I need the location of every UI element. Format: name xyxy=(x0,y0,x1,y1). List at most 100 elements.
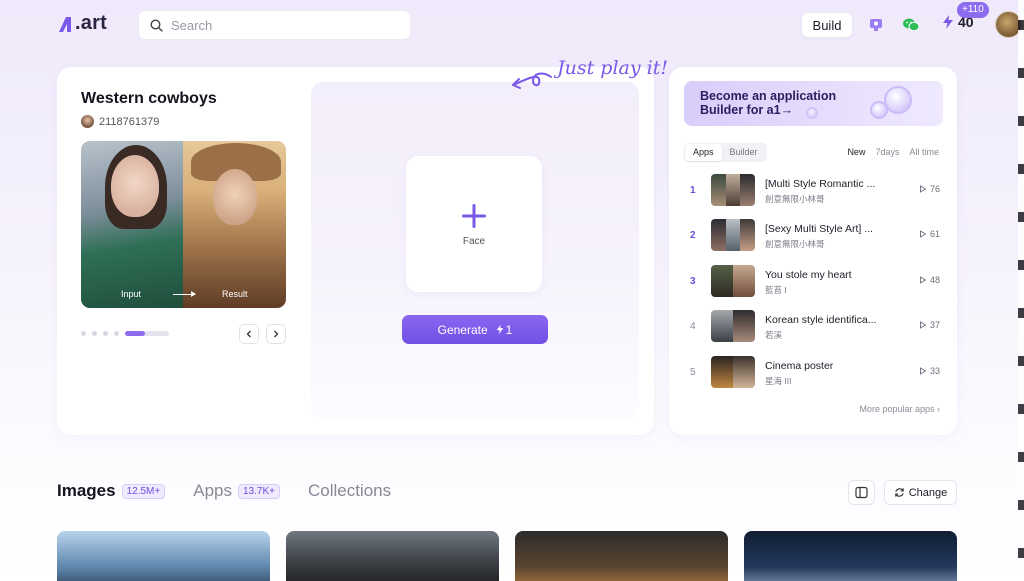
tab-apps[interactable]: Apps xyxy=(685,144,722,161)
promo-text: Become an application Builder for a1→ xyxy=(700,89,837,117)
chevron-right-icon: › xyxy=(937,404,940,414)
tagline: Just play it! xyxy=(557,57,668,79)
generate-label: Generate xyxy=(437,322,488,337)
author-avatar xyxy=(81,115,94,128)
play-count-value: 61 xyxy=(929,229,940,240)
app-author: 創意無限小林哥 xyxy=(765,239,825,250)
carousel-dot[interactable] xyxy=(103,331,108,336)
result-image xyxy=(183,141,286,308)
list-item[interactable]: 2 [Sexy Multi Style Art] ... 創意無限小林哥 61 xyxy=(684,219,942,264)
logo[interactable]: .art xyxy=(57,12,107,35)
lightning-icon xyxy=(943,15,953,29)
gallery-image[interactable] xyxy=(286,531,499,581)
trophy-icon[interactable] xyxy=(864,13,888,37)
play-icon xyxy=(920,275,927,284)
carousel-progress xyxy=(125,331,169,336)
list-item[interactable]: 4 Korean style identifica... 若溪 37 xyxy=(684,310,942,355)
feature-author[interactable]: 2118761379 xyxy=(81,115,159,128)
builder-promo-banner[interactable]: Become an application Builder for a1→ xyxy=(684,81,943,126)
content-tabs: Images 12.5M+ Apps 13.7K+ Collections xyxy=(57,481,409,501)
play-icon xyxy=(920,321,927,329)
rank-number: 2 xyxy=(690,230,696,242)
play-count: 76 xyxy=(919,184,940,194)
tab-apps[interactable]: Apps 13.7K+ xyxy=(193,481,280,501)
build-button[interactable]: Build xyxy=(801,12,853,38)
app-title: You stole my heart xyxy=(765,268,852,281)
filter-all-time[interactable]: All time xyxy=(909,147,939,157)
columns-icon xyxy=(855,486,868,499)
input-image xyxy=(81,141,183,308)
app-title: Korean style identifica... xyxy=(765,314,877,327)
list-item[interactable]: 1 [Multi Style Romantic ... 創意無限小林哥 76 xyxy=(684,174,942,219)
play-count: 61 xyxy=(919,229,940,239)
window-edge xyxy=(1018,0,1024,581)
wechat-icon[interactable] xyxy=(899,13,923,37)
logo-mark-icon xyxy=(59,16,71,32)
search-icon xyxy=(150,18,163,32)
filter-new[interactable]: New xyxy=(847,147,865,157)
tab-label: Collections xyxy=(307,481,392,500)
more-popular-apps-link[interactable]: More popular apps › xyxy=(859,404,940,414)
app-thumbnail xyxy=(711,355,755,388)
top-bar: .art Build 40 +110 xyxy=(0,0,1024,52)
play-count-value: 33 xyxy=(929,365,940,376)
feature-card: Western cowboys 2118761379 Input Result xyxy=(57,67,654,435)
change-button[interactable]: Change xyxy=(884,480,957,505)
plus-icon xyxy=(462,203,486,228)
upload-label: Face xyxy=(462,235,486,247)
carousel-dot[interactable] xyxy=(81,331,86,336)
rank-tabs: Apps Builder xyxy=(684,143,767,162)
prev-button[interactable] xyxy=(239,324,259,344)
carousel-progress-fill xyxy=(125,331,145,336)
tab-label: Apps xyxy=(193,481,232,500)
play-icon xyxy=(920,185,927,193)
list-item[interactable]: 5 Cinema poster 星海 III 33 xyxy=(684,355,942,401)
before-after-preview: Input Result xyxy=(81,141,286,308)
tab-images[interactable]: Images 12.5M+ xyxy=(57,481,166,501)
chevron-right-icon xyxy=(274,330,279,338)
play-count: 33 xyxy=(919,366,940,376)
list-item[interactable]: 3 You stole my heart 藍苔 I 48 xyxy=(684,264,942,310)
search-box[interactable] xyxy=(138,10,411,40)
search-input[interactable] xyxy=(171,17,391,33)
rank-number: 5 xyxy=(690,366,696,378)
logo-text: .art xyxy=(75,12,107,34)
next-button[interactable] xyxy=(266,324,286,344)
tab-builder[interactable]: Builder xyxy=(722,144,766,161)
image-gallery xyxy=(57,531,957,581)
face-upload-button[interactable]: Face xyxy=(406,156,542,292)
chevron-left-icon xyxy=(246,330,251,338)
app-author: 若溪 xyxy=(765,330,783,341)
gallery-image[interactable] xyxy=(515,531,728,581)
filter-7days[interactable]: 7days xyxy=(875,147,899,157)
carousel-dot[interactable] xyxy=(92,331,97,336)
layout-toggle-button[interactable] xyxy=(848,480,875,505)
count-badge: 13.7K+ xyxy=(237,483,280,499)
play-count: 37 xyxy=(919,320,940,330)
coin-icon xyxy=(870,101,888,119)
app-thumbnail xyxy=(711,310,755,343)
more-label: More popular apps xyxy=(859,404,935,414)
carousel-dot[interactable] xyxy=(114,331,119,336)
app-title: [Sexy Multi Style Art] ... xyxy=(765,223,873,236)
tab-collections[interactable]: Collections xyxy=(308,481,391,501)
arrow-right-icon xyxy=(173,291,196,297)
carousel-indicator xyxy=(81,331,169,336)
refresh-icon xyxy=(894,488,904,497)
play-count: 48 xyxy=(919,275,940,285)
feature-title: Western cowboys xyxy=(81,90,217,107)
gallery-image[interactable] xyxy=(744,531,957,581)
result-label: Result xyxy=(222,289,248,299)
rank-list: 1 [Multi Style Romantic ... 創意無限小林哥 76 2… xyxy=(684,174,942,401)
lightning-icon xyxy=(496,324,504,335)
credits-badge: +110 xyxy=(957,2,989,18)
generate-button[interactable]: Generate 1 xyxy=(402,315,548,344)
input-label: Input xyxy=(121,289,142,299)
curly-arrow-icon xyxy=(512,72,552,89)
play-icon xyxy=(920,366,927,375)
play-icon xyxy=(920,230,927,239)
gallery-image[interactable] xyxy=(57,531,270,581)
play-count-value: 37 xyxy=(929,320,940,331)
author-id: 2118761379 xyxy=(99,115,160,128)
play-area: Face Generate 1 xyxy=(311,82,639,420)
